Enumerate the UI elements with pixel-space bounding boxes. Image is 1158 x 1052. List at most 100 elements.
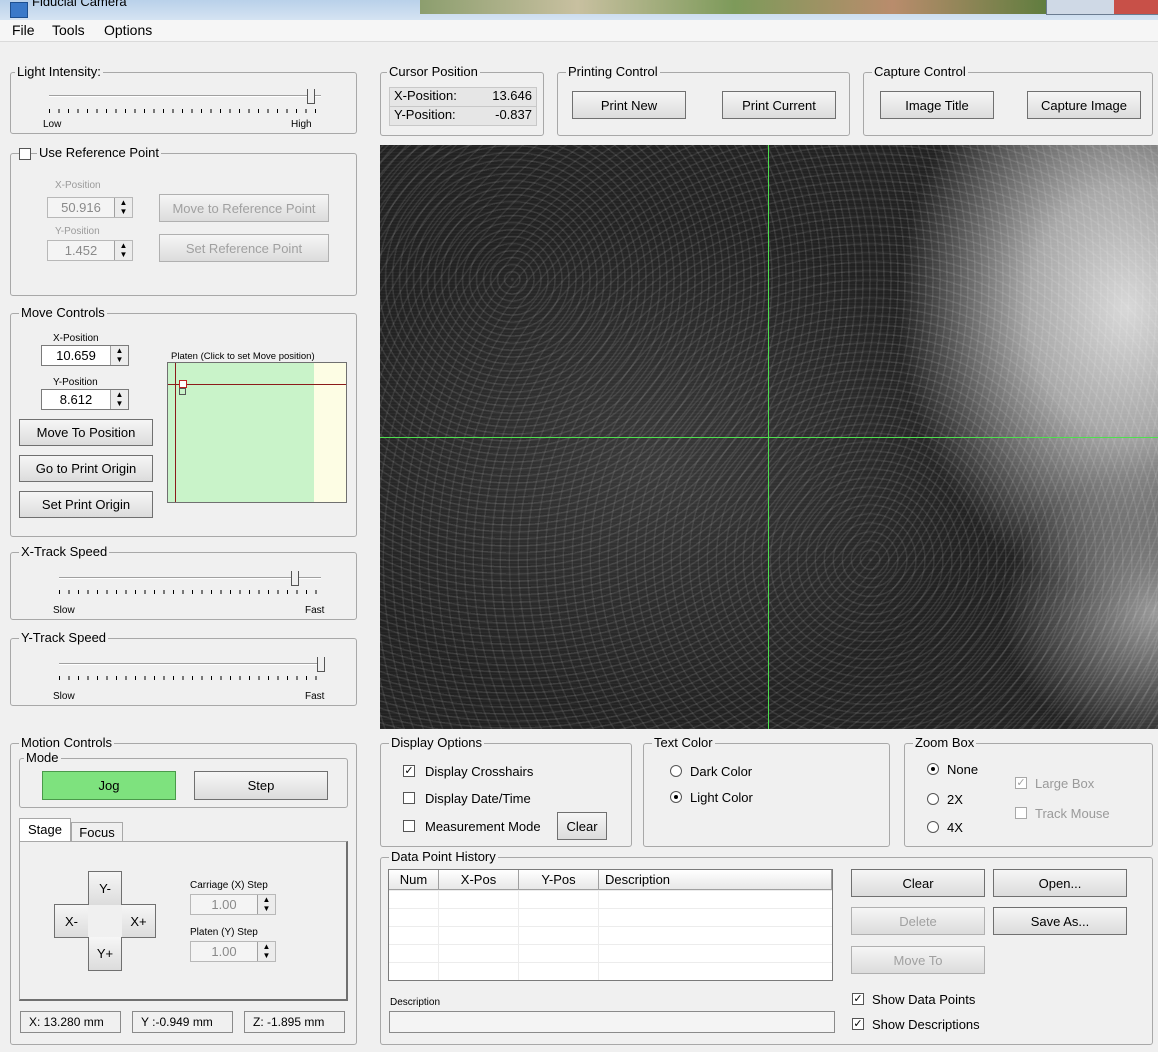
set-reference-button[interactable]: Set Reference Point bbox=[159, 234, 329, 262]
platen-map[interactable] bbox=[167, 362, 347, 503]
x-track-thumb[interactable] bbox=[291, 571, 299, 586]
carriage-step-value: 1.00 bbox=[211, 897, 237, 912]
zoom-box-legend: Zoom Box bbox=[913, 735, 977, 751]
light-intensity-thumb[interactable] bbox=[307, 89, 315, 104]
measurement-mode-label: Measurement Mode bbox=[425, 819, 541, 834]
platen-step-arrows-icon[interactable]: ▲ ▼ bbox=[257, 942, 275, 961]
x-minus-button[interactable]: X- bbox=[54, 904, 88, 938]
image-title-button[interactable]: Image Title bbox=[880, 91, 994, 119]
x-plus-button[interactable]: X+ bbox=[122, 904, 156, 938]
tab-stage[interactable]: Stage bbox=[19, 818, 71, 843]
print-current-button[interactable]: Print Current bbox=[722, 91, 836, 119]
y-plus-button[interactable]: Y+ bbox=[88, 937, 122, 971]
history-legend: Data Point History bbox=[389, 849, 498, 865]
ref-x-label: X-Position bbox=[55, 180, 101, 191]
column-header-description[interactable]: Description bbox=[599, 870, 832, 890]
show-descriptions-checkbox[interactable]: ✓ bbox=[852, 1018, 864, 1030]
history-description-field[interactable] bbox=[389, 1011, 835, 1033]
column-header-y-pos[interactable]: Y-Pos bbox=[519, 870, 599, 890]
move-x-spinner[interactable]: 10.659 ▲ ▼ bbox=[41, 345, 129, 366]
light-color-radio[interactable] bbox=[670, 791, 682, 803]
move-x-arrows-icon[interactable]: ▲ ▼ bbox=[110, 346, 128, 365]
app-icon bbox=[10, 2, 28, 18]
history-clear-button[interactable]: Clear bbox=[851, 869, 985, 897]
history-open-button[interactable]: Open... bbox=[993, 869, 1127, 897]
menu-tools[interactable]: Tools bbox=[52, 22, 85, 38]
platen-step-spinner[interactable]: 1.00 ▲ ▼ bbox=[190, 941, 276, 962]
light-low-label: Low bbox=[43, 119, 62, 130]
y-track-thumb[interactable] bbox=[317, 657, 325, 672]
platen-step-value: 1.00 bbox=[211, 944, 237, 959]
x-track-slow: Slow bbox=[53, 605, 75, 616]
ref-y-arrows-icon[interactable]: ▲ ▼ bbox=[114, 241, 132, 260]
menu-bar: File Tools Options bbox=[0, 20, 1158, 42]
capture-image-button[interactable]: Capture Image bbox=[1027, 91, 1141, 119]
move-to-reference-button[interactable]: Move to Reference Point bbox=[159, 194, 329, 222]
ref-x-value: 50.916 bbox=[61, 200, 101, 215]
light-intensity-track bbox=[49, 95, 321, 97]
platen-origin-marker bbox=[179, 388, 186, 395]
y-minus-button[interactable]: Y- bbox=[88, 871, 122, 905]
step-button[interactable]: Step bbox=[194, 771, 328, 800]
printing-legend: Printing Control bbox=[566, 64, 660, 80]
printing-control-group: Printing Control Print New Print Current bbox=[557, 64, 850, 136]
large-box-checkbox[interactable]: ✓ bbox=[1015, 777, 1027, 789]
status-y: Y :-0.949 mm bbox=[132, 1011, 233, 1033]
platen-label: Platen (Click to set Move position) bbox=[171, 351, 315, 362]
cursor-x-label: X-Position: bbox=[394, 88, 457, 103]
window-controls[interactable] bbox=[1046, 0, 1158, 15]
move-to-position-button[interactable]: Move To Position bbox=[19, 419, 153, 446]
jog-button[interactable]: Jog bbox=[42, 771, 176, 800]
track-mouse-checkbox[interactable] bbox=[1015, 807, 1027, 819]
zoom-none-radio[interactable] bbox=[927, 763, 939, 775]
history-delete-button[interactable]: Delete bbox=[851, 907, 985, 935]
history-table[interactable]: Num X-Pos Y-Pos Description bbox=[388, 869, 833, 981]
tab-focus[interactable]: Focus bbox=[71, 822, 123, 843]
zoom-4x-radio[interactable] bbox=[927, 821, 939, 833]
use-reference-label: Use Reference Point bbox=[37, 145, 161, 161]
motion-controls-legend: Motion Controls bbox=[19, 735, 115, 751]
use-reference-checkbox[interactable] bbox=[19, 148, 31, 160]
carriage-step-label: Carriage (X) Step bbox=[190, 880, 268, 891]
zoom-2x-radio[interactable] bbox=[927, 793, 939, 805]
move-y-arrows-icon[interactable]: ▲ ▼ bbox=[110, 390, 128, 409]
measurement-mode-checkbox[interactable] bbox=[403, 820, 415, 832]
mode-group: Mode Jog Step bbox=[19, 750, 348, 808]
display-crosshairs-checkbox[interactable]: ✓ bbox=[403, 765, 415, 777]
status-x: X: 13.280 mm bbox=[20, 1011, 121, 1033]
move-controls-legend: Move Controls bbox=[19, 305, 107, 321]
window-title: Fiducial Camera bbox=[32, 0, 127, 9]
ref-x-spinner[interactable]: 50.916 ▲ ▼ bbox=[47, 197, 133, 218]
go-to-print-origin-button[interactable]: Go to Print Origin bbox=[19, 455, 153, 482]
display-datetime-checkbox[interactable] bbox=[403, 792, 415, 804]
display-crosshairs-label: Display Crosshairs bbox=[425, 764, 534, 779]
carriage-step-arrows-icon[interactable]: ▲ ▼ bbox=[257, 895, 275, 914]
motion-controls-group: Motion Controls Mode Jog Step Stage Focu… bbox=[10, 735, 357, 1045]
menu-options[interactable]: Options bbox=[104, 22, 152, 38]
menu-file[interactable]: File bbox=[12, 22, 35, 38]
track-mouse-label: Track Mouse bbox=[1035, 806, 1110, 821]
column-header-x-pos[interactable]: X-Pos bbox=[439, 870, 519, 890]
print-new-button[interactable]: Print New bbox=[572, 91, 686, 119]
x-track-group: X-Track Speed Slow Fast bbox=[10, 544, 357, 620]
desktop-background bbox=[420, 0, 1050, 14]
y-track-group: Y-Track Speed Slow Fast bbox=[10, 630, 357, 706]
carriage-step-spinner[interactable]: 1.00 ▲ ▼ bbox=[190, 894, 276, 915]
cursor-legend: Cursor Position bbox=[387, 64, 480, 80]
column-header-num[interactable]: Num bbox=[389, 870, 439, 890]
display-datetime-label: Display Date/Time bbox=[425, 791, 531, 806]
set-print-origin-button[interactable]: Set Print Origin bbox=[19, 491, 153, 518]
move-y-spinner[interactable]: 8.612 ▲ ▼ bbox=[41, 389, 129, 410]
ref-x-arrows-icon[interactable]: ▲ ▼ bbox=[114, 198, 132, 217]
light-color-label: Light Color bbox=[690, 790, 753, 805]
ref-y-spinner[interactable]: 1.452 ▲ ▼ bbox=[47, 240, 133, 261]
measurement-clear-button[interactable]: Clear bbox=[557, 812, 607, 840]
y-track-track bbox=[59, 663, 321, 665]
text-color-legend: Text Color bbox=[652, 735, 715, 751]
history-save-as-button[interactable]: Save As... bbox=[993, 907, 1127, 935]
camera-view[interactable] bbox=[380, 145, 1158, 729]
history-move-to-button[interactable]: Move To bbox=[851, 946, 985, 974]
show-data-points-checkbox[interactable]: ✓ bbox=[852, 993, 864, 1005]
light-intensity-ticks bbox=[49, 109, 321, 113]
dark-color-radio[interactable] bbox=[670, 765, 682, 777]
